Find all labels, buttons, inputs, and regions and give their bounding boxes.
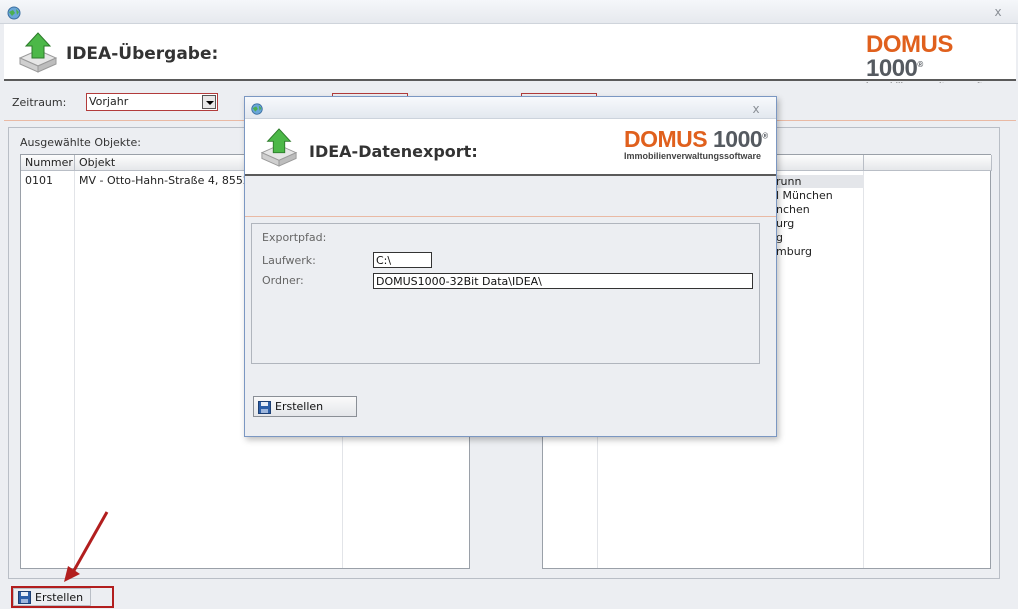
app-globe-icon xyxy=(251,103,263,115)
list-item[interactable]: mburg xyxy=(776,245,812,258)
list-item[interactable]: runn xyxy=(776,175,801,188)
dialog-erstellen-button[interactable]: Erstellen xyxy=(253,396,357,417)
logo-number: 1000 xyxy=(713,126,763,152)
zeitraum-label: Zeitraum: xyxy=(12,96,67,109)
export-arrow-icon xyxy=(260,128,298,167)
logo-tagline: Immobilienverwaltungssoftware xyxy=(624,151,762,161)
floppy-save-icon xyxy=(258,401,271,414)
exportpfad-label: Exportpfad: xyxy=(262,231,327,244)
laufwerk-field[interactable]: C:\ xyxy=(373,252,432,268)
dialog-title: IDEA-Datenexport: xyxy=(309,142,478,161)
list-item[interactable]: nchen xyxy=(776,203,810,216)
column-header[interactable] xyxy=(864,155,992,171)
window-titlebar xyxy=(0,0,1018,24)
column-divider xyxy=(863,171,864,568)
logo-mark: ® xyxy=(762,131,768,141)
zeitraum-dropdown[interactable]: Vorjahr xyxy=(86,93,218,111)
erstellen-label: Erstellen xyxy=(35,591,84,604)
page-title: IDEA-Übergabe: xyxy=(66,44,219,64)
erstellen-button[interactable]: Erstellen xyxy=(13,588,91,606)
list-item[interactable]: urg xyxy=(776,217,794,230)
list-item[interactable]: l München xyxy=(776,189,833,202)
window-close-button[interactable]: x xyxy=(990,5,1006,19)
dialog-titlebar xyxy=(245,97,776,119)
export-arrow-icon xyxy=(18,32,58,73)
laufwerk-label: Laufwerk: xyxy=(262,254,316,267)
logo-brand: DOMUS xyxy=(866,31,953,58)
table-row-nummer[interactable]: 0101 xyxy=(25,174,53,187)
list-item[interactable]: g xyxy=(776,231,783,244)
annotation-arrow xyxy=(64,511,109,582)
domus-logo: DOMUS 1000® Immobilienverwaltungssoftwar… xyxy=(624,128,770,161)
column-header-nummer[interactable]: Nummer xyxy=(21,155,75,171)
dialog-close-button[interactable]: x xyxy=(748,102,764,116)
chevron-down-icon[interactable] xyxy=(202,95,216,109)
exportpfad-group xyxy=(251,223,760,364)
logo-brand: DOMUS xyxy=(624,126,708,152)
dialog-erstellen-label: Erstellen xyxy=(275,400,324,413)
floppy-save-icon xyxy=(18,591,31,604)
dialog-separator xyxy=(245,216,776,217)
logo-number: 1000 xyxy=(866,55,918,82)
app-globe-icon xyxy=(7,6,21,20)
logo-mark: ® xyxy=(917,60,923,69)
table-row-objekt[interactable]: MV - Otto-Hahn-Straße 4, 85521 O xyxy=(79,174,269,187)
ordner-label: Ordner: xyxy=(262,274,304,287)
zeitraum-value: Vorjahr xyxy=(89,95,129,108)
ordner-field[interactable]: DOMUS1000-32Bit Data\IDEA\ xyxy=(373,273,753,289)
selected-objects-label: Ausgewählte Objekte: xyxy=(20,136,141,149)
